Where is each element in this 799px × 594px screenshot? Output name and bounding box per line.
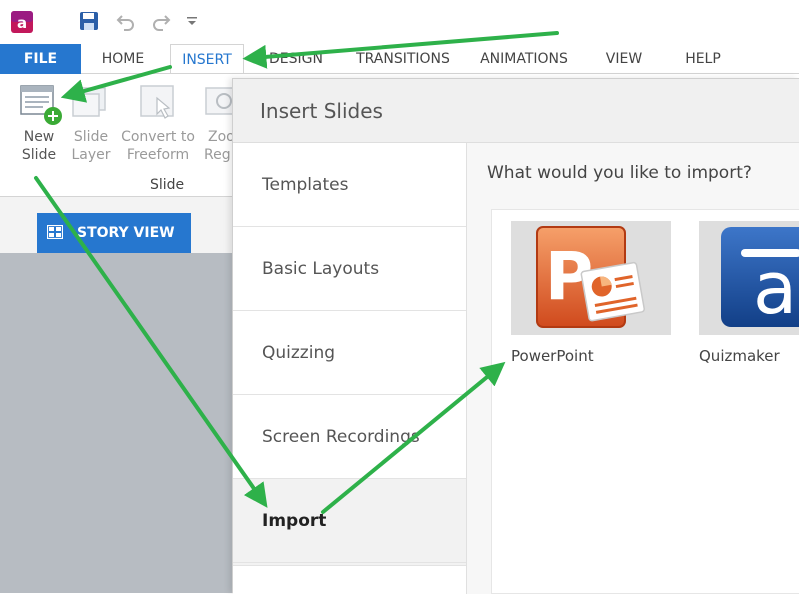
category-list-end — [233, 565, 466, 594]
tab-transitions[interactable]: TRANSITIONS — [348, 44, 458, 74]
story-canvas[interactable] — [0, 253, 240, 593]
quizmaker-option[interactable]: a — [699, 221, 799, 335]
slide-group-label: Slide — [150, 177, 185, 193]
convert-to-freeform-button[interactable]: Convert to Freeform — [118, 82, 198, 164]
dropdown-arrow-icon[interactable] — [186, 14, 198, 28]
category-import[interactable]: Import — [233, 479, 466, 563]
import-question: What would you like to import? — [487, 163, 752, 183]
powerpoint-option[interactable]: P — [511, 221, 671, 335]
insert-slides-dialog: Insert Slides Templates Basic Layouts Qu… — [232, 78, 799, 594]
undo-icon[interactable] — [115, 10, 137, 32]
story-view-tab[interactable]: STORY VIEW — [37, 213, 191, 253]
tab-animations[interactable]: ANIMATIONS — [470, 44, 578, 74]
new-slide-label-2: Slide — [21, 147, 57, 163]
ribbon-tabs: FILE HOME INSERT DESIGN TRANSITIONS ANIM… — [0, 44, 799, 74]
tab-home[interactable]: HOME — [88, 44, 158, 74]
convert-freeform-icon — [135, 82, 181, 128]
tab-design[interactable]: DESIGN — [258, 44, 334, 74]
new-slide-button[interactable]: New Slide — [10, 82, 68, 164]
tab-file[interactable]: FILE — [0, 44, 81, 74]
tab-help[interactable]: HELP — [674, 44, 732, 74]
tab-view[interactable]: VIEW — [596, 44, 652, 74]
svg-text:a: a — [753, 246, 797, 330]
new-slide-label-1: New — [23, 129, 55, 145]
tab-insert[interactable]: INSERT — [170, 44, 244, 74]
powerpoint-icon: P — [533, 223, 647, 331]
save-icon[interactable] — [79, 11, 99, 31]
story-view-label: STORY VIEW — [77, 225, 175, 241]
slide-layer-button[interactable]: Slide Layer — [66, 82, 116, 164]
quizmaker-icon: a — [717, 223, 799, 331]
category-templates[interactable]: Templates — [233, 143, 466, 227]
slide-layer-label-1: Slide — [73, 129, 109, 145]
quizmaker-label[interactable]: Quizmaker — [699, 347, 780, 365]
powerpoint-label[interactable]: PowerPoint — [511, 347, 594, 365]
category-quizzing[interactable]: Quizzing — [233, 311, 466, 395]
new-slide-icon — [15, 82, 63, 128]
convert-label-1: Convert to — [121, 129, 195, 145]
category-list: Templates Basic Layouts Quizzing Screen … — [233, 143, 466, 594]
convert-label-2: Freeform — [126, 147, 190, 163]
category-screen-recordings[interactable]: Screen Recordings — [233, 395, 466, 479]
slide-layer-icon — [69, 82, 113, 128]
category-basic-layouts[interactable]: Basic Layouts — [233, 227, 466, 311]
svg-text:a: a — [17, 14, 27, 32]
articulate-storyline-icon[interactable]: a — [10, 10, 34, 34]
quick-access-toolbar: a — [0, 0, 799, 44]
dialog-header: Insert Slides — [233, 79, 799, 143]
dialog-title: Insert Slides — [260, 99, 383, 123]
slide-layer-label-2: Layer — [71, 147, 111, 163]
redo-icon[interactable] — [150, 10, 172, 32]
story-view-icon — [47, 225, 63, 239]
